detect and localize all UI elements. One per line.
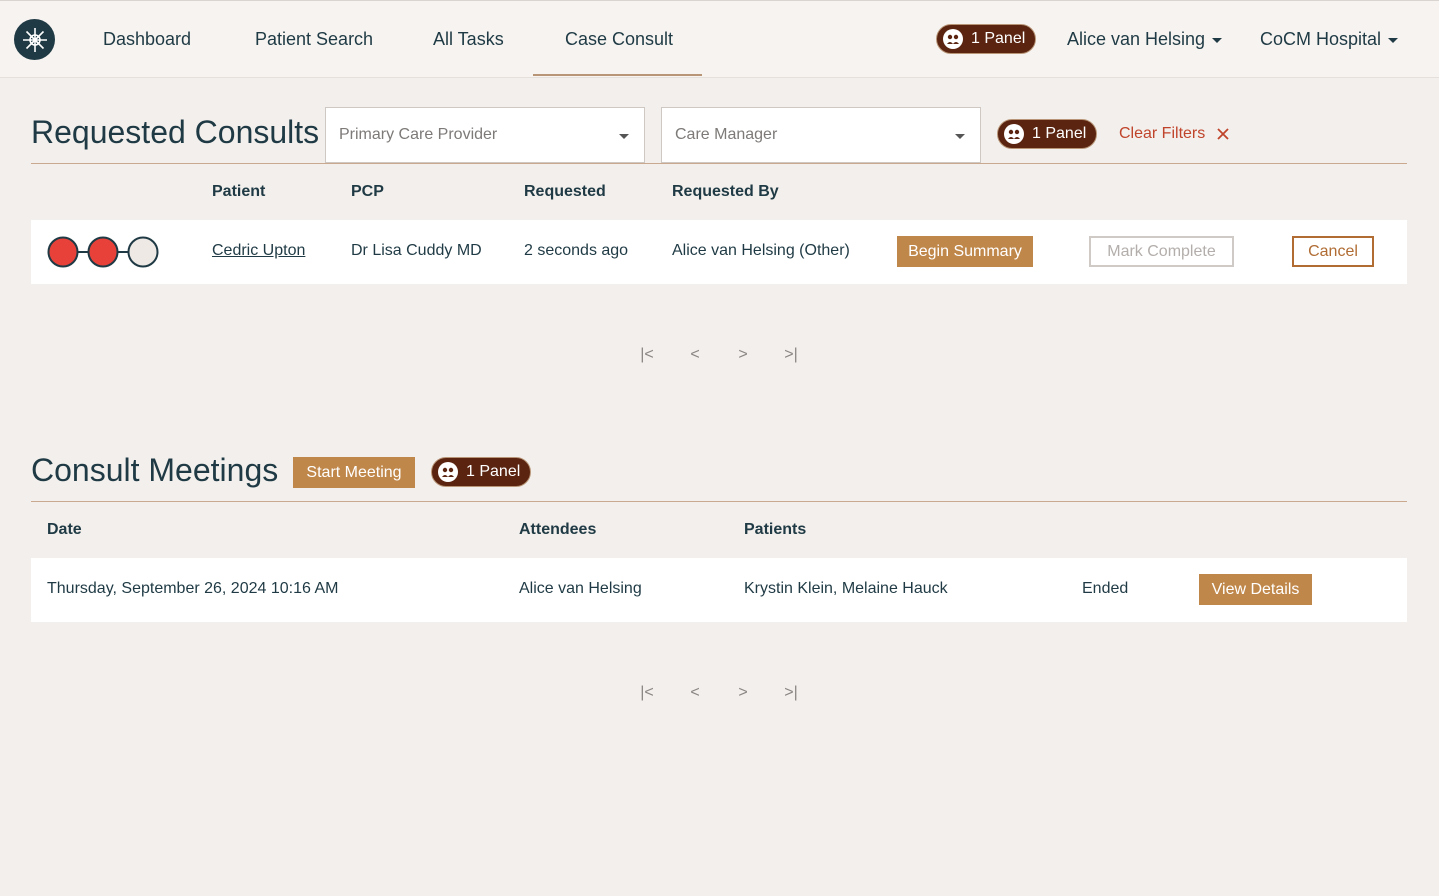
- requested-cell: 2 seconds ago: [524, 242, 629, 259]
- clear-filters-button[interactable]: Clear Filters: [1119, 125, 1230, 143]
- care-manager-filter-placeholder: Care Manager: [675, 126, 778, 143]
- panel-filter-label: 1 Panel: [466, 463, 521, 480]
- divider: [31, 501, 1407, 502]
- date-cell: Thursday, September 26, 2024 10:16 AM: [47, 580, 339, 597]
- divider: [31, 163, 1407, 164]
- org-menu[interactable]: CoCM Hospital: [1260, 27, 1399, 51]
- view-details-button[interactable]: View Details: [1199, 574, 1312, 605]
- col-attendees: Attendees: [519, 521, 597, 538]
- pcp-filter-select[interactable]: Primary Care Provider: [325, 107, 645, 163]
- col-requested: Requested: [524, 183, 606, 200]
- org-name: CoCM Hospital: [1260, 29, 1382, 49]
- col-pcp: PCP: [351, 183, 384, 200]
- chevron-down-icon: [955, 134, 965, 139]
- requested-by-cell: Alice van Helsing (Other): [672, 242, 850, 259]
- user-menu[interactable]: Alice van Helsing: [1067, 27, 1223, 51]
- prev-page-button[interactable]: <: [671, 684, 719, 702]
- status-cell: Ended: [1082, 580, 1129, 597]
- consult-meetings-title: Consult Meetings: [31, 452, 279, 488]
- next-page-button[interactable]: >: [719, 684, 767, 702]
- first-page-button[interactable]: |<: [623, 346, 671, 364]
- meetings-panel-filter[interactable]: 1 Panel: [431, 457, 532, 487]
- care-manager-filter-select[interactable]: Care Manager: [661, 107, 981, 163]
- panel-filter-label: 1 Panel: [1032, 125, 1087, 142]
- panel-group-icon: [1004, 124, 1024, 144]
- nav-case-consult[interactable]: Case Consult: [565, 27, 673, 51]
- user-name: Alice van Helsing: [1067, 29, 1206, 49]
- nav-all-tasks[interactable]: All Tasks: [433, 27, 504, 51]
- cancel-button[interactable]: Cancel: [1292, 236, 1374, 267]
- table-row: Thursday, September 26, 2024 10:16 AM Al…: [31, 558, 1407, 622]
- col-date: Date: [47, 521, 82, 538]
- panel-group-icon: [438, 462, 458, 482]
- col-patient: Patient: [212, 183, 266, 200]
- requested-panel-filter[interactable]: 1 Panel: [997, 119, 1098, 149]
- close-icon: [1217, 128, 1229, 140]
- app-logo[interactable]: [14, 19, 55, 60]
- snowflake-logo-icon: [22, 27, 47, 52]
- status-dot: [87, 236, 119, 268]
- top-nav: Dashboard Patient Search All Tasks Case …: [0, 0, 1439, 78]
- clear-filters-label: Clear Filters: [1119, 125, 1206, 142]
- nav-dashboard[interactable]: Dashboard: [103, 27, 191, 51]
- next-page-button[interactable]: >: [719, 346, 767, 364]
- chevron-down-icon: [1388, 37, 1399, 43]
- pcp-filter-placeholder: Primary Care Provider: [339, 126, 498, 143]
- last-page-button[interactable]: >|: [767, 684, 815, 702]
- begin-summary-button[interactable]: Begin Summary: [897, 236, 1033, 267]
- status-dot: [47, 236, 79, 268]
- status-dots-indicator: [47, 236, 159, 268]
- chevron-down-icon: [1212, 37, 1223, 43]
- status-dot: [127, 236, 159, 268]
- meetings-pagination: |< < > >|: [623, 684, 815, 702]
- nav-panel-badge[interactable]: 1 Panel: [936, 24, 1037, 54]
- mark-complete-button: Mark Complete: [1089, 236, 1234, 267]
- requested-consults-title: Requested Consults: [31, 114, 320, 150]
- col-patients: Patients: [744, 521, 807, 538]
- prev-page-button[interactable]: <: [671, 346, 719, 364]
- attendees-cell: Alice van Helsing: [519, 580, 642, 597]
- panel-group-icon: [943, 29, 963, 49]
- patients-cell: Krystin Klein, Melaine Hauck: [744, 580, 948, 597]
- first-page-button[interactable]: |<: [623, 684, 671, 702]
- nav-patient-search[interactable]: Patient Search: [255, 27, 373, 51]
- panel-badge-label: 1 Panel: [971, 30, 1026, 47]
- pcp-cell: Dr Lisa Cuddy MD: [351, 242, 482, 259]
- table-row: Cedric Upton Dr Lisa Cuddy MD 2 seconds …: [31, 220, 1407, 284]
- start-meeting-button[interactable]: Start Meeting: [293, 457, 415, 488]
- active-tab-indicator: [533, 74, 702, 76]
- chevron-down-icon: [619, 134, 629, 139]
- col-requested-by: Requested By: [672, 183, 779, 200]
- patient-link[interactable]: Cedric Upton: [212, 242, 305, 260]
- requested-pagination: |< < > >|: [623, 346, 815, 364]
- last-page-button[interactable]: >|: [767, 346, 815, 364]
